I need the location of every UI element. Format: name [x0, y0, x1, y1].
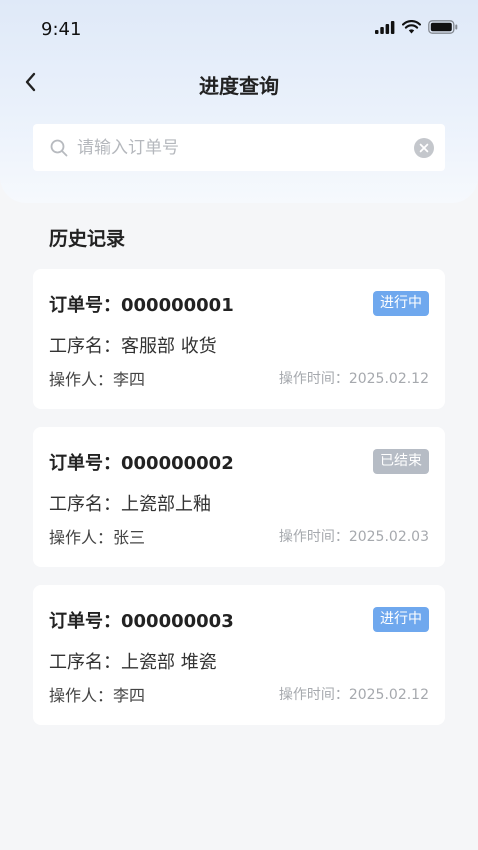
history-card[interactable]: 订单号：000000001 进行中 工序名：客服部 收货 操作人：李四 操作时间…	[33, 269, 445, 409]
order-label: 订单号：	[49, 295, 121, 316]
process-value: 客服部 收货	[121, 336, 217, 357]
status-badge: 进行中	[373, 607, 429, 632]
status-time: 9:41	[41, 19, 82, 40]
operator: 操作人：李四	[49, 366, 145, 390]
status-badge: 已结束	[373, 449, 429, 474]
operation-time: 操作时间：2025.02.12	[279, 684, 429, 704]
history-card[interactable]: 订单号：000000003 进行中 工序名：上瓷部 堆瓷 操作人：李四 操作时间…	[33, 585, 445, 725]
clear-icon[interactable]	[414, 137, 434, 158]
operator-value: 李四	[113, 686, 146, 705]
process-label: 工序名：	[49, 336, 121, 357]
order-value: 000000001	[121, 295, 234, 316]
status-bar: 9:41	[0, 0, 478, 60]
process-label: 工序名：	[49, 494, 121, 515]
order-label: 订单号：	[49, 453, 121, 474]
history-card[interactable]: 订单号：000000002 已结束 工序名：上瓷部上釉 操作人：张三 操作时间：…	[33, 427, 445, 567]
time-label: 操作时间：	[278, 529, 349, 545]
order-value: 000000003	[121, 611, 234, 632]
search-bar[interactable]	[33, 124, 445, 171]
page-title: 进度查询	[199, 74, 279, 98]
process-name: 工序名：上瓷部上釉	[49, 490, 211, 516]
time-label: 操作时间：	[278, 687, 349, 703]
order-number: 订单号：000000002	[49, 449, 234, 475]
signal-icon	[375, 20, 395, 34]
order-number: 订单号：000000001	[49, 291, 234, 317]
operator-label: 操作人：	[49, 686, 114, 705]
operator-label: 操作人：	[49, 528, 114, 547]
search-input[interactable]	[75, 136, 414, 159]
order-value: 000000002	[121, 453, 234, 474]
wifi-icon	[402, 20, 421, 34]
status-icons	[375, 20, 458, 34]
process-label: 工序名：	[49, 652, 121, 673]
process-value: 上瓷部 堆瓷	[121, 652, 217, 673]
process-value: 上瓷部上釉	[121, 494, 211, 515]
operator: 操作人：李四	[49, 682, 145, 706]
time-value: 2025.02.12	[348, 371, 429, 387]
operator-value: 张三	[113, 528, 146, 547]
operation-time: 操作时间：2025.02.12	[279, 368, 429, 388]
operator-label: 操作人：	[49, 370, 114, 389]
order-number: 订单号：000000003	[49, 607, 234, 633]
order-label: 订单号：	[49, 611, 121, 632]
battery-icon	[428, 20, 458, 34]
process-name: 工序名：客服部 收货	[49, 332, 217, 358]
operation-time: 操作时间：2025.02.03	[279, 526, 429, 546]
search-icon	[50, 139, 68, 156]
operator-value: 李四	[113, 370, 146, 389]
operator: 操作人：张三	[49, 524, 145, 548]
time-label: 操作时间：	[278, 371, 349, 387]
time-value: 2025.02.03	[348, 529, 429, 545]
history-section-title: 历史记录	[49, 228, 126, 250]
status-badge: 进行中	[373, 291, 429, 316]
time-value: 2025.02.12	[348, 687, 429, 703]
process-name: 工序名：上瓷部 堆瓷	[49, 648, 217, 674]
